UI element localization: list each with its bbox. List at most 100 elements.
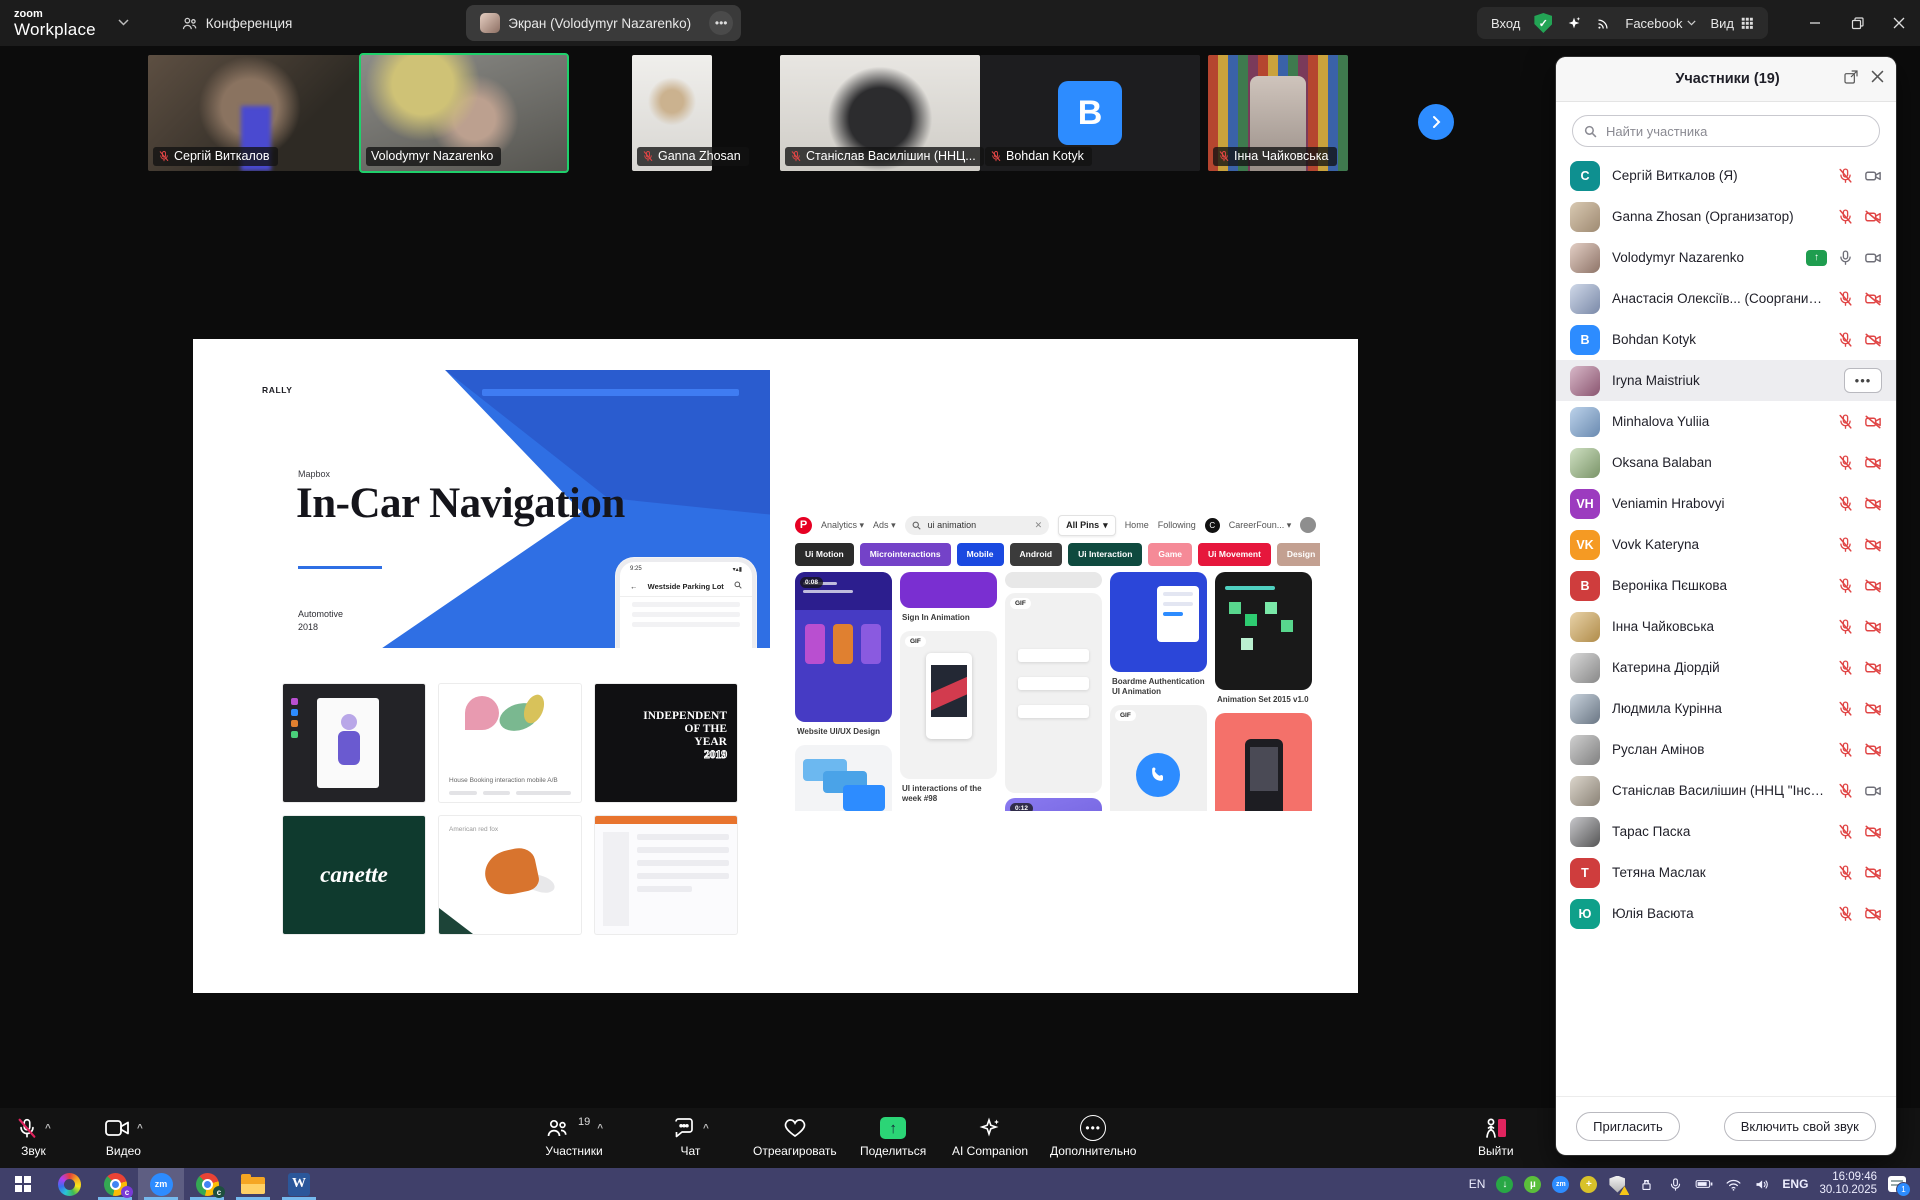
close-button[interactable] [1878,0,1920,46]
clock[interactable]: 16:09:46 30.10.2025 [1819,1171,1877,1197]
video-tile-3[interactable]: Ganna Zhosan [632,55,712,171]
tab-more-button[interactable]: ••• [709,11,733,35]
tag-pill-4[interactable]: Android [1010,543,1063,566]
participant-row-2[interactable]: Ganna Zhosan (Организатор) [1556,196,1896,237]
wifi-tray-icon[interactable] [1724,1175,1742,1193]
participant-more-button[interactable]: ••• [1844,368,1882,393]
chevron-down-icon[interactable] [118,17,129,29]
pin[interactable] [1215,572,1312,690]
video-tile-4[interactable]: Станіслав Василішин (ННЦ... [780,55,980,171]
pin[interactable]: 0:12 [1005,798,1102,811]
participant-row-8[interactable]: Oksana Balaban [1556,442,1896,483]
login-button[interactable]: Вход [1491,16,1520,31]
download-tray-icon[interactable]: ↓ [1496,1176,1513,1193]
close-panel-icon[interactable] [1871,70,1884,88]
participants-options-chevron[interactable]: ^ [597,1123,603,1134]
all-pins-dropdown[interactable]: All Pins ▾ [1058,515,1116,536]
taskbar-explorer[interactable] [230,1168,276,1200]
home-link[interactable]: Home [1125,520,1149,530]
tag-pill-7[interactable]: Ui Movement [1198,543,1271,566]
participant-row-3[interactable]: Volodymyr Nazarenko↑ [1556,237,1896,278]
participant-row-11[interactable]: ВВероніка Пєшкова [1556,565,1896,606]
volume-tray-icon[interactable] [1753,1175,1771,1193]
sparkle-icon[interactable] [1566,15,1582,31]
language-indicator-short[interactable]: EN [1469,1177,1486,1191]
video-tile-2[interactable]: Volodymyr Nazarenko [361,55,567,171]
minimize-button[interactable] [1794,0,1836,46]
following-link[interactable]: Following [1158,520,1196,530]
participants-button[interactable]: 19 ^ Участники [545,1114,603,1158]
pin[interactable]: 0:08 [795,572,892,722]
react-button[interactable]: Отреагировать [753,1114,837,1158]
audio-options-chevron[interactable]: ^ [45,1123,51,1134]
participant-row-15[interactable]: Руслан Амінов [1556,729,1896,770]
participant-row-5[interactable]: BBohdan Kotyk [1556,319,1896,360]
taskbar-browser-ring[interactable] [46,1168,92,1200]
tab-screen-share[interactable]: Экран (Volodymyr Nazarenko) ••• [466,5,741,41]
participant-row-6[interactable]: Iryna Maistriuk••• [1556,360,1896,401]
tag-pill-5[interactable]: Ui Interaction [1068,543,1142,566]
participant-row-17[interactable]: Тарас Паска [1556,811,1896,852]
participant-row-9[interactable]: VHVeniamin Hrabovyi [1556,483,1896,524]
ai-companion-button[interactable]: AI Companion [952,1114,1028,1158]
tag-pill-2[interactable]: Microinteractions [860,543,951,566]
mic-tray-icon[interactable] [1666,1175,1684,1193]
taskbar-zoom[interactable]: zm [138,1168,184,1200]
unmute-self-button[interactable]: Включить свой звук [1724,1112,1876,1141]
participant-search[interactable] [1572,115,1880,147]
pin-title[interactable]: Sign In Animation [902,613,995,623]
notification-center-icon[interactable]: 1 [1888,1175,1906,1193]
audio-button[interactable]: ^ Звук [16,1114,51,1158]
battery-tray-icon[interactable] [1695,1175,1713,1193]
pin[interactable] [1215,713,1312,811]
pin[interactable]: GIF [900,631,997,779]
messages-icon[interactable] [1300,517,1316,533]
pinterest-logo-icon[interactable]: P [795,517,812,534]
taskbar-word[interactable]: W [276,1168,322,1200]
pin-title[interactable]: Website UI/UX Design [797,727,890,737]
ads-menu[interactable]: Ads ▾ [873,520,896,531]
participant-row-1[interactable]: CСергій Виткалов (Я) [1556,155,1896,196]
pin-title[interactable]: Animation Set 2015 v1.0 [1217,695,1310,705]
pin-title[interactable]: UI interactions of the week #98 [902,784,995,804]
pin-title[interactable]: Boardme Authentication UI Animation [1112,677,1205,697]
tag-pill-6[interactable]: Game [1148,543,1192,566]
language-indicator[interactable]: ENG [1782,1177,1808,1191]
usb-tray-icon[interactable] [1637,1175,1655,1193]
pin[interactable]: GIF [1110,705,1207,811]
popout-icon[interactable] [1843,69,1859,90]
chat-options-chevron[interactable]: ^ [703,1123,709,1134]
participant-row-19[interactable]: ЮЮлія Васюта [1556,893,1896,934]
invite-button[interactable]: Пригласить [1576,1112,1680,1141]
facebook-menu[interactable]: Facebook [1625,16,1696,31]
video-tile-6[interactable]: Інна Чайковська [1208,55,1348,171]
more-button[interactable]: ••• Дополнительно [1050,1114,1136,1158]
participant-row-18[interactable]: ТТетяна Маслак [1556,852,1896,893]
broadcast-icon[interactable] [1596,16,1611,31]
participant-row-16[interactable]: Станіслав Василішин (ННЦ "Інститут... [1556,770,1896,811]
video-tile-1[interactable]: Сергій Виткалов [148,55,360,171]
taskbar-chrome-1[interactable]: c [92,1168,138,1200]
tag-pill-8[interactable]: Design [1277,543,1320,566]
security-shield-icon[interactable]: ✓ [1534,13,1552,33]
participant-row-14[interactable]: Людмила Курінна [1556,688,1896,729]
profile-menu[interactable]: CareerFoun... ▾ [1229,520,1292,531]
pin[interactable] [795,745,892,811]
share-screen-button[interactable]: ↑ Поделиться [860,1114,926,1158]
tag-pill-1[interactable]: Ui Motion [795,543,854,566]
clear-search-icon[interactable]: ✕ [1035,520,1043,531]
participant-row-4[interactable]: Анастасія Олексіїв... (Соорганизатор) [1556,278,1896,319]
next-participants-button[interactable] [1418,104,1454,140]
taskbar-chrome-2[interactable]: c [184,1168,230,1200]
participant-row-10[interactable]: VKVovk Kateryna [1556,524,1896,565]
profile-avatar[interactable]: C [1205,518,1220,533]
video-options-chevron[interactable]: ^ [137,1123,143,1134]
pin[interactable] [900,572,997,608]
tab-meeting[interactable]: Конференция [167,5,307,41]
pin[interactable]: GIF [1005,593,1102,793]
participant-search-input[interactable] [1604,123,1868,140]
video-button[interactable]: ^ Видео [104,1114,143,1158]
zoom-tray-icon[interactable]: zm [1552,1176,1569,1193]
plus-tray-icon[interactable]: + [1580,1176,1597,1193]
view-menu[interactable]: Вид [1710,16,1754,31]
